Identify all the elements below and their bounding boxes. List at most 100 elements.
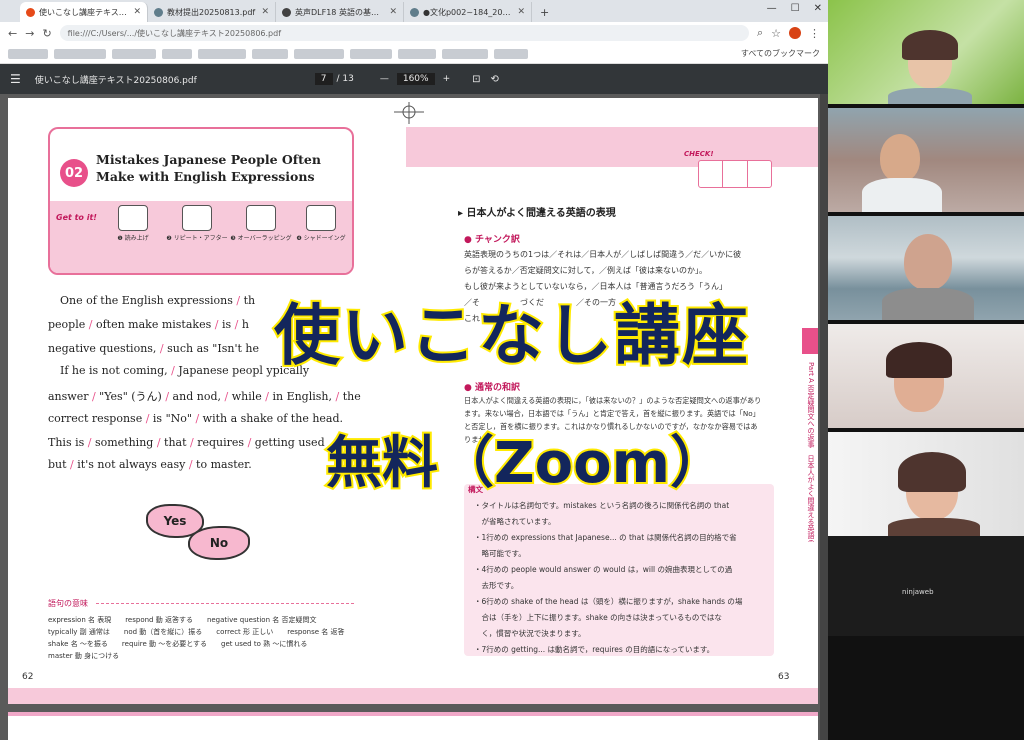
translation-heading: ● 通常の和訳: [464, 383, 520, 393]
close-tab-icon[interactable]: ✕: [133, 7, 141, 17]
tab-text-pdf[interactable]: 使いこなし講座テキスト20250806... ✕: [20, 2, 148, 22]
bookmark-item[interactable]: [112, 48, 156, 59]
zoom-out-button[interactable]: —: [380, 74, 389, 84]
forward-icon[interactable]: →: [25, 27, 34, 40]
bookmarks-bar: すべてのブックマーク: [0, 44, 828, 64]
globe-icon: [410, 7, 419, 17]
viewer-scrollbar[interactable]: [820, 94, 828, 740]
overlay-free-zoom: 無料（Zoom）: [324, 429, 728, 498]
bookmark-item[interactable]: [442, 48, 488, 59]
bookmark-item[interactable]: [494, 48, 528, 59]
participant-face: [880, 134, 920, 182]
check-label: CHECK!: [684, 150, 714, 158]
bookmark-item[interactable]: [8, 48, 48, 59]
zoom-level-input[interactable]: 160%: [396, 73, 435, 85]
zoom-in-button[interactable]: +: [443, 74, 451, 84]
participant-tile-2[interactable]: [828, 108, 1024, 212]
address-bar: ← → ↻ file:///C:/Users/.../使いこなし講座テキスト20…: [0, 22, 828, 44]
screen: 使いこなし講座テキスト20250806... ✕ 教材提出20250813.pd…: [0, 0, 1024, 740]
passage-text: and nod,: [169, 390, 225, 403]
bookmark-item[interactable]: [252, 48, 288, 59]
reading-illustration-icon: [118, 205, 148, 231]
crop-mark-icon: [394, 102, 424, 124]
new-tab-button[interactable]: +: [532, 2, 557, 22]
passage-text: while: [228, 390, 266, 403]
tab-english-basics[interactable]: 英声DLF18 英語の基礎体力を... ✕: [276, 2, 404, 22]
pdf-viewer: 02 Mistakes Japanese People Often Make w…: [0, 94, 828, 740]
right-page-number: 63: [778, 672, 790, 682]
lesson-number: 02: [60, 159, 88, 187]
passage-text: "Yes" (うん): [95, 390, 166, 403]
profile-avatar[interactable]: [789, 27, 801, 39]
grammar-notes-box: 構文 ・タイトルは名詞句です。mistakes という名詞の後ろに関係代名詞の …: [464, 484, 774, 656]
no-bubble: No: [188, 526, 250, 560]
overlay-course-title: 使いこなし講座: [272, 295, 750, 376]
passage-text: in English,: [268, 390, 336, 403]
close-tab-icon[interactable]: ✕: [261, 7, 269, 17]
step-read-aloud: ❶ 読み上げ: [102, 205, 164, 242]
get-to-it-label: Get to it!: [56, 213, 97, 222]
practice-steps: Get to it! ❶ 読み上げ ❷ リピート・アフター ❸ オーバーラッピン…: [50, 201, 352, 273]
section-heading: ▸ 日本人がよく間違える英語の表現: [458, 208, 616, 219]
bookmark-item[interactable]: [350, 48, 392, 59]
participant-name: ninjaweb: [902, 588, 934, 596]
pdf-favicon-icon: [26, 7, 35, 17]
bottom-band: [8, 688, 818, 704]
bookmark-item[interactable]: [54, 48, 106, 59]
pdf-title: 使いこなし講座テキスト20250806.pdf: [34, 75, 197, 86]
chunk-line: らが答えるか／否定疑問文に対して，／例えば「彼は来ないのか」。: [464, 266, 707, 275]
reload-icon[interactable]: ↻: [42, 27, 51, 40]
rotate-icon[interactable]: ⟲: [491, 74, 499, 85]
step-overlapping: ❸ オーバーラッピング: [230, 205, 292, 242]
pdf-spread: 02 Mistakes Japanese People Often Make w…: [8, 98, 818, 704]
globe-icon: [154, 7, 163, 17]
tab-culture-pdf[interactable]: ●文化p002~184_20250430●... ✕: [404, 2, 532, 22]
menu-icon[interactable]: ☰: [10, 72, 21, 86]
page-total: / 13: [336, 74, 354, 84]
close-tab-icon[interactable]: ✕: [389, 7, 397, 17]
star-icon[interactable]: ☆: [771, 27, 781, 40]
lesson-header-box: 02 Mistakes Japanese People Often Make w…: [48, 127, 354, 275]
url-input[interactable]: file:///C:/Users/.../使いこなし講座テキスト20250806…: [59, 25, 749, 41]
page-number-input[interactable]: 7: [314, 73, 333, 85]
step-repeat-after: ❷ リピート・アフター: [166, 205, 228, 242]
all-bookmarks-folder[interactable]: すべてのブックマーク: [741, 48, 820, 59]
next-page-preview: [8, 712, 818, 740]
fit-page-icon[interactable]: ⊡: [472, 74, 480, 85]
vocab-list: expression 名 表現 respond 動 返答する negative …: [48, 616, 345, 660]
window-controls: — ☐ ✕: [767, 3, 822, 14]
participant-tile-1[interactable]: [828, 0, 1024, 104]
close-window-icon[interactable]: ✕: [814, 3, 822, 14]
vocab-heading: 語句の意味: [48, 599, 88, 608]
tab-bar: 使いこなし講座テキスト20250806... ✕ 教材提出20250813.pd…: [0, 0, 828, 22]
pdf-toolbar: ☰ 使いこなし講座テキスト20250806.pdf 7 / 13 — 160% …: [0, 64, 828, 94]
chunk-heading: ● チャンク訳: [464, 235, 520, 245]
bookmark-item[interactable]: [162, 48, 192, 59]
vocab-divider: [96, 603, 354, 604]
lesson-title-line-2: Make with English Expressions: [96, 169, 315, 184]
lesson-title-line-1: Mistakes Japanese People Often: [96, 152, 321, 167]
page-indicator: 7 / 13: [314, 73, 354, 85]
participant-body: [888, 88, 972, 104]
participant-body: [862, 178, 942, 212]
step-shadowing: ❹ シャドーイング: [290, 205, 352, 242]
zoom-icon[interactable]: ⌕: [757, 26, 763, 40]
participant-hair: [902, 30, 958, 60]
yes-no-illustration: Yes No: [146, 502, 252, 560]
minimize-icon[interactable]: —: [767, 3, 777, 14]
bookmark-item[interactable]: [294, 48, 344, 59]
participant-body: [888, 518, 980, 536]
participant-tile-6[interactable]: ninjaweb: [828, 536, 1024, 636]
back-icon[interactable]: ←: [8, 27, 17, 40]
repeat-illustration-icon: [182, 205, 212, 231]
close-tab-icon[interactable]: ✕: [517, 7, 525, 17]
tab-materials-pdf[interactable]: 教材提出20250813.pdf ✕: [148, 2, 276, 22]
maximize-icon[interactable]: ☐: [791, 3, 800, 14]
chunk-line: 英語表現のうちの1つは／それは／日本人が／しばしば間違う／だ／いかに彼: [464, 250, 742, 259]
zoom-controls: — 160% +: [380, 73, 450, 85]
more-icon[interactable]: ⋮: [809, 27, 820, 40]
bookmark-item[interactable]: [398, 48, 436, 59]
bookmark-item[interactable]: [198, 48, 246, 59]
site-icon: [282, 7, 291, 17]
pdf-tools: ⊡ ⟲: [472, 74, 499, 85]
